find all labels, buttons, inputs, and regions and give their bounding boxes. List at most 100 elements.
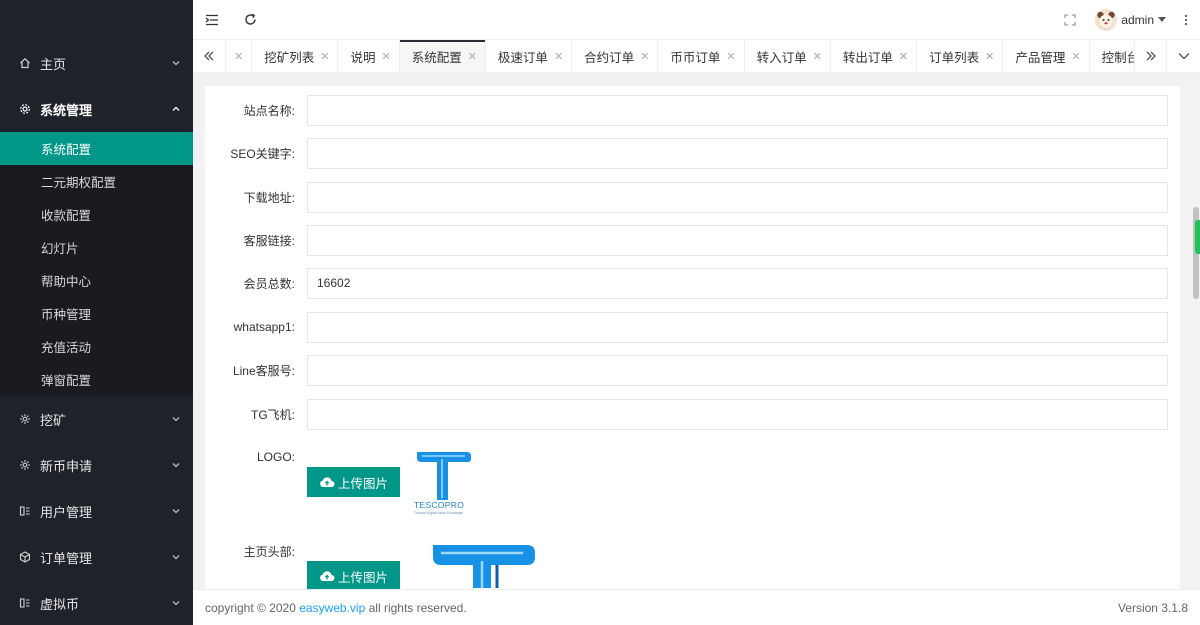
close-icon[interactable]: ✕ [813,50,822,63]
coin-icon [18,596,32,610]
sidebar-subitem-system-config[interactable]: 系统配置 [0,132,193,165]
tab-scroll-right-button[interactable] [1134,40,1167,72]
users-icon [18,504,32,518]
sidebar-item-orders[interactable]: 订单管理 [0,534,193,580]
header-upload-button[interactable]: 上传图片 [307,561,400,589]
service-link-input[interactable] [307,224,1168,256]
download-url-label: 下载地址: [243,190,295,205]
form-row-telegram: TG飞机: [205,398,1180,430]
download-url-input[interactable] [307,181,1168,213]
form-row-member-total: 会员总数: 16602 [205,267,1180,299]
line-service-input[interactable] [307,354,1168,386]
tab-products[interactable]: 产品管理 ✕ [1003,40,1090,72]
tab-dropdown-button[interactable] [1167,40,1200,72]
sidebar-subitem-currency[interactable]: 币种管理 [0,297,193,330]
version-text: Version 3.1.8 [1117,600,1188,615]
side-float-tab[interactable] [1195,220,1200,254]
tab-transfer-out[interactable]: 转出订单 ✕ [831,40,918,72]
footer: copyright © 2020 easyweb.vip all rights … [193,589,1200,625]
vertical-scrollbar[interactable] [1192,74,1200,589]
close-icon[interactable]: ✕ [899,50,908,63]
gear-icon [18,102,32,116]
close-icon[interactable]: ✕ [985,50,994,63]
content-area: 站点名称: SEO关键字: 下载地址: 客服链接: 会员总数: 16602 wh… [193,74,1200,589]
whatsapp-label: whatsapp1: [233,320,295,334]
site-name-input[interactable] [307,94,1168,126]
sidebar-logo-area [0,0,193,40]
config-form-card: 站点名称: SEO关键字: 下载地址: 客服链接: 会员总数: 16602 wh… [205,86,1180,589]
logo-upload-button[interactable]: 上传图片 [307,467,400,497]
site-name-label: 站点名称: [243,103,295,118]
cloud-upload-icon [320,571,335,581]
sidebar-item-users[interactable]: 用户管理 [0,488,193,534]
home-icon [18,56,32,70]
double-chevron-left-icon [204,51,214,61]
chevron-down-icon [172,555,180,560]
close-icon[interactable]: ✕ [468,50,477,63]
sidebar-item-new-coin[interactable]: 新币申请 [0,442,193,488]
fullscreen-button[interactable] [1051,0,1089,40]
easyweb-link[interactable]: easyweb.vip [299,601,365,615]
refresh-icon [244,13,256,25]
tab-instructions[interactable]: 说明 ✕ [338,40,400,72]
logo-tagline: Trusted Digital Asset Exchange [414,511,463,515]
form-row-seo: SEO关键字: [205,137,1180,169]
member-total-label: 会员总数: [243,276,295,291]
top-header: admin [193,0,1200,40]
cog-icon [18,412,32,426]
collapse-menu-button[interactable] [193,0,231,40]
tab-order-list[interactable]: 订单列表 ✕ [917,40,1004,72]
cog-icon [18,458,32,472]
cloud-upload-icon [320,477,335,487]
tab-scroll-left-button[interactable] [193,40,226,72]
user-menu[interactable]: admin [1089,0,1172,40]
form-row-download: 下载地址: [205,181,1180,213]
sidebar-subitem-binary-options[interactable]: 二元期权配置 [0,165,193,198]
close-icon[interactable]: ✕ [726,50,735,63]
more-menu-button[interactable] [1172,0,1200,40]
chevron-down-icon [172,463,180,468]
sidebar-subitem-slides[interactable]: 幻灯片 [0,231,193,264]
copyright: copyright © 2020 easyweb.vip all rights … [205,600,467,615]
user-name: admin [1121,12,1154,27]
tab-mining-list[interactable]: 挖矿列表 ✕ [252,40,339,72]
tab-contract-orders[interactable]: 合约订单 ✕ [572,40,659,72]
member-total-input[interactable]: 16602 [307,267,1168,299]
close-icon[interactable]: ✕ [234,50,243,63]
close-icon[interactable]: ✕ [640,50,649,63]
double-chevron-right-icon [1146,51,1156,61]
fullscreen-icon [1064,13,1076,26]
service-link-label: 客服链接: [243,233,295,248]
tab-bar: ✕ 挖矿列表 ✕ 说明 ✕ 系统配置 ✕ 极速订单 ✕ 合约订单 ✕ 币币订单 ✕ 转入订单… [193,40,1200,73]
sidebar-subitem-help-center[interactable]: 帮助中心 [0,264,193,297]
tab-coin-orders[interactable]: 币币订单 ✕ [658,40,745,72]
sidebar-item-home[interactable]: 主页 [0,40,193,86]
tab-transfer-in[interactable]: 转入订单 ✕ [745,40,831,72]
sidebar-item-system[interactable]: 系统管理 [0,86,193,132]
close-icon[interactable]: ✕ [554,50,563,63]
seo-keywords-input[interactable] [307,137,1168,169]
tab-home[interactable]: ✕ [226,40,253,72]
sidebar-subitem-popup[interactable]: 弹窗配置 [0,363,193,396]
close-icon[interactable]: ✕ [320,50,329,63]
tab-system-config[interactable]: 系统配置 ✕ [399,40,486,72]
caret-down-icon [1158,17,1166,22]
refresh-button[interactable] [231,0,269,40]
close-icon[interactable]: ✕ [1071,50,1080,63]
more-vertical-icon [1184,14,1188,25]
sidebar-subitem-payment-config[interactable]: 收款配置 [0,198,193,231]
chevron-down-icon [172,61,180,66]
tab-fast-orders[interactable]: 极速订单 ✕ [486,40,573,72]
whatsapp-input[interactable] [307,311,1168,343]
chevron-down-icon [172,509,180,514]
sidebar-subitem-recharge[interactable]: 充值活动 [0,330,193,363]
logo-text: TESCOPRO [414,500,465,510]
sidebar-item-virtual-coin[interactable]: 虚拟币 [0,580,193,625]
close-icon[interactable]: ✕ [381,50,390,63]
tab-console[interactable]: 控制台✕ [1090,40,1134,72]
line-service-label: Line客服号: [232,363,295,378]
sidebar-item-mining[interactable]: 挖矿 [0,396,193,442]
seo-keywords-label: SEO关键字: [230,146,295,161]
telegram-input[interactable] [307,398,1168,430]
form-row-line: Line客服号: [205,354,1180,386]
